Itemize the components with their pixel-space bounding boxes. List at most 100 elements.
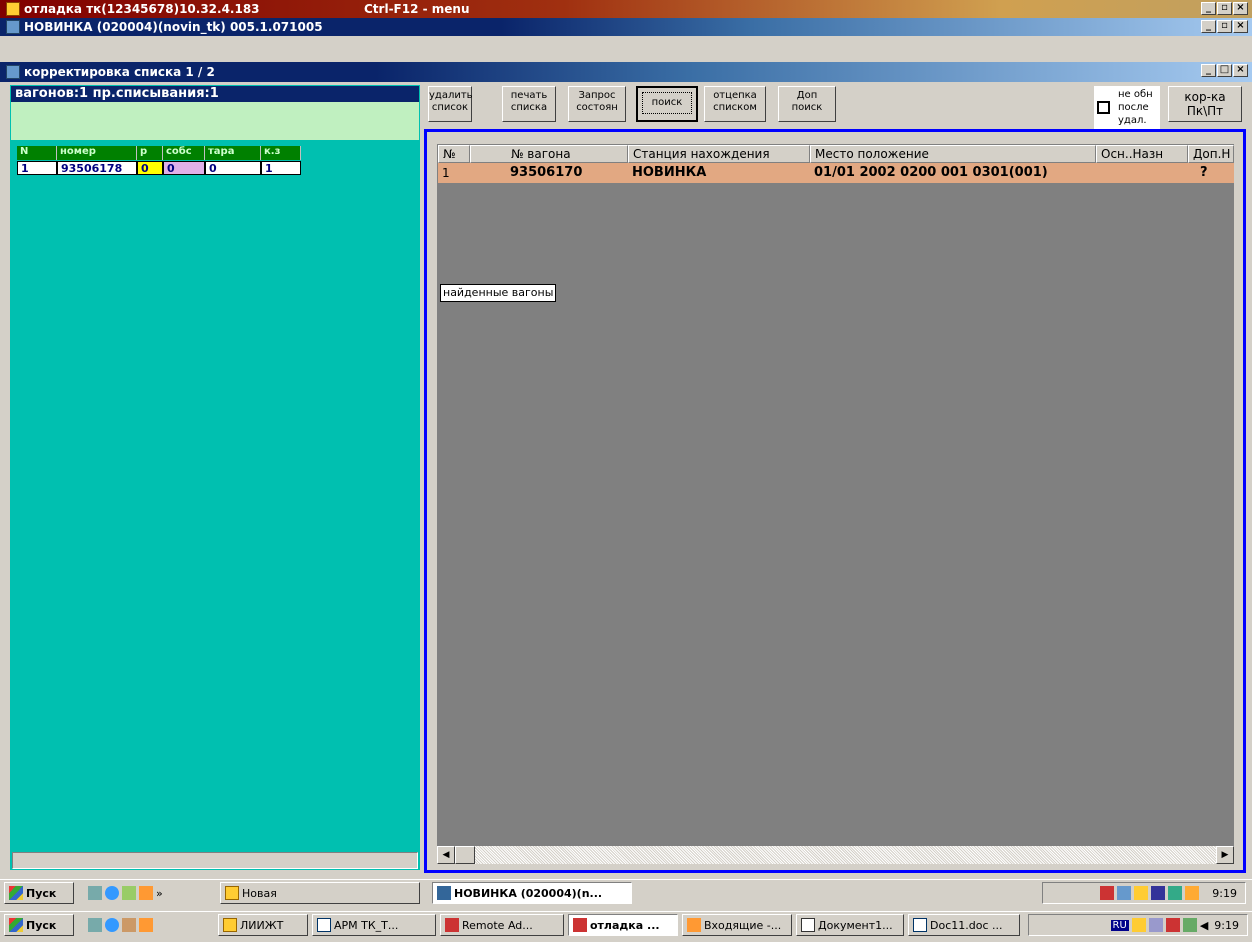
windows-logo-icon [9, 886, 23, 900]
task-document1[interactable]: Документ1... [796, 914, 904, 936]
task-remote-admin[interactable]: Remote Ad... [440, 914, 564, 936]
mail-icon [122, 886, 136, 900]
maximize-button[interactable]: ▫ [1217, 2, 1232, 15]
print-list-button[interactable]: печать списка [502, 86, 556, 122]
cell-n[interactable]: 1 [17, 161, 57, 175]
col-purpose[interactable]: Осн..Назн [1096, 145, 1188, 163]
status-pane [11, 102, 419, 140]
tray-keyboard-icon[interactable] [1148, 918, 1163, 932]
no-update-option[interactable]: не обн после удал. [1094, 86, 1160, 132]
outer-title-bar[interactable]: отладка тк(12345678)10.32.4.183 Ctrl-F12… [0, 0, 1252, 18]
col-location[interactable]: Место положение [810, 145, 1096, 163]
col-n[interactable]: N [17, 146, 57, 160]
tray-tool-icon[interactable] [1131, 918, 1146, 932]
inner-title-bar[interactable]: НОВИНКА (020004)(novin_tk) 005.1.071005 … [0, 18, 1252, 36]
correction-button[interactable]: кор-ка Пк\Пт [1168, 86, 1242, 122]
row-purpose[interactable] [1096, 163, 1188, 183]
outlook-icon [139, 918, 153, 932]
search-button[interactable]: поиск [636, 86, 698, 122]
request-state-button[interactable]: Запрос состоян [568, 86, 626, 122]
language-icon[interactable] [1151, 886, 1166, 900]
col-extra[interactable]: Доп.Н [1188, 145, 1234, 163]
left-input-bar[interactable] [12, 852, 418, 869]
tool-icon [122, 918, 136, 932]
cell-owner[interactable]: 0 [163, 161, 205, 175]
inner-folder-button[interactable]: Новая [220, 882, 420, 904]
cell-r[interactable]: 0 [137, 161, 163, 175]
word-icon [317, 918, 331, 932]
start-button[interactable]: Пуск [4, 914, 74, 936]
col-owner[interactable]: собс [163, 146, 205, 160]
speaker-icon[interactable]: ◀ [1200, 919, 1208, 932]
tray-app-icon[interactable] [1165, 918, 1180, 932]
cell-tare[interactable]: 0 [205, 161, 261, 175]
col-wagon-number[interactable]: № вагона [470, 145, 628, 163]
dialog-title: корректировка списка 1 / 2 [24, 65, 215, 79]
col-station[interactable]: Станция нахождения [628, 145, 810, 163]
network-icon[interactable] [1117, 886, 1132, 900]
folder-icon [225, 886, 239, 900]
window-icon [6, 20, 20, 34]
close-button[interactable]: × [1233, 20, 1248, 33]
left-panel [10, 85, 420, 870]
task-doc11[interactable]: Doc11.doc ... [908, 914, 1020, 936]
outer-taskbar: Пуск ЛИИЖТ АРМ ТК_Т... Remote Ad... отла… [0, 911, 1252, 942]
monitor-icon[interactable] [1168, 886, 1183, 900]
app-icon [6, 2, 20, 16]
col-number[interactable]: номер [57, 146, 137, 160]
row-wagon-number[interactable]: 93506170 [470, 163, 628, 183]
uncouple-list-button[interactable]: отцепка списком [704, 86, 766, 122]
no-update-checkbox[interactable] [1097, 101, 1110, 114]
outlook-icon [139, 886, 153, 900]
remote-admin-icon [445, 918, 459, 932]
browser-icon [105, 918, 119, 932]
horizontal-scrollbar[interactable] [437, 846, 1234, 864]
scroll-right-button[interactable]: ▶ [1216, 846, 1234, 864]
cell-number[interactable]: 93506178 [57, 161, 137, 175]
task-arm[interactable]: АРМ ТК_Т... [312, 914, 436, 936]
minimize-button[interactable]: _ [1201, 64, 1216, 77]
browser-icon [105, 886, 119, 900]
minimize-button[interactable]: _ [1201, 20, 1216, 33]
remote-admin-icon [573, 918, 587, 932]
window-icon [437, 886, 451, 900]
inner-active-task[interactable]: НОВИНКА (020004)(n... [432, 882, 632, 904]
tray-tool-icon[interactable] [1134, 886, 1149, 900]
tray-input-icon[interactable] [1182, 918, 1197, 932]
desktop-icon [88, 886, 102, 900]
close-button[interactable]: × [1233, 2, 1248, 15]
maximize-button[interactable]: ▫ [1217, 20, 1232, 33]
delete-list-button[interactable]: удалить список [428, 86, 473, 122]
inner-title: НОВИНКА (020004)(novin_tk) 005.1.071005 [24, 20, 323, 34]
col-index[interactable]: № [438, 145, 470, 163]
extra-search-button[interactable]: Доп поиск [778, 86, 836, 122]
task-inbox[interactable]: Входящие -... [682, 914, 792, 936]
found-wagons-tooltip: найденные вагоны [440, 284, 557, 302]
results-grid[interactable] [437, 144, 1234, 856]
inner-quick-launch[interactable]: » [84, 882, 214, 904]
row-station[interactable]: НОВИНКА [628, 163, 810, 183]
maximize-button[interactable]: □ [1217, 64, 1232, 77]
cell-kz[interactable]: 1 [261, 161, 301, 175]
col-r[interactable]: р [137, 146, 163, 160]
inner-tray: 9:19 [1042, 882, 1246, 904]
scroll-left-button[interactable]: ◀ [437, 846, 455, 864]
dialog-icon [6, 65, 20, 79]
minimize-button[interactable]: _ [1201, 2, 1216, 15]
task-debug[interactable]: отладка ... [568, 914, 678, 936]
task-liizht[interactable]: ЛИИЖТ [218, 914, 308, 936]
inner-start-button[interactable]: Пуск [4, 882, 74, 904]
col-tare[interactable]: тара [205, 146, 261, 160]
row-location[interactable]: 01/01 2002 0200 001 0301(001) [810, 163, 1096, 183]
more-chevron-icon[interactable]: » [156, 887, 163, 900]
scroll-thumb[interactable] [455, 846, 475, 864]
dialog-title-bar[interactable]: корректировка списка 1 / 2 _ □ × [0, 62, 1252, 82]
row-extra[interactable]: ? [1188, 163, 1234, 183]
tray-t-icon[interactable] [1185, 886, 1200, 900]
row-index[interactable]: 1 [438, 163, 470, 183]
close-button[interactable]: × [1233, 64, 1248, 77]
quick-launch[interactable] [84, 914, 214, 936]
tray-app-icon[interactable] [1100, 886, 1115, 900]
language-indicator[interactable]: RU [1110, 919, 1129, 931]
col-kz[interactable]: к.з [261, 146, 301, 160]
